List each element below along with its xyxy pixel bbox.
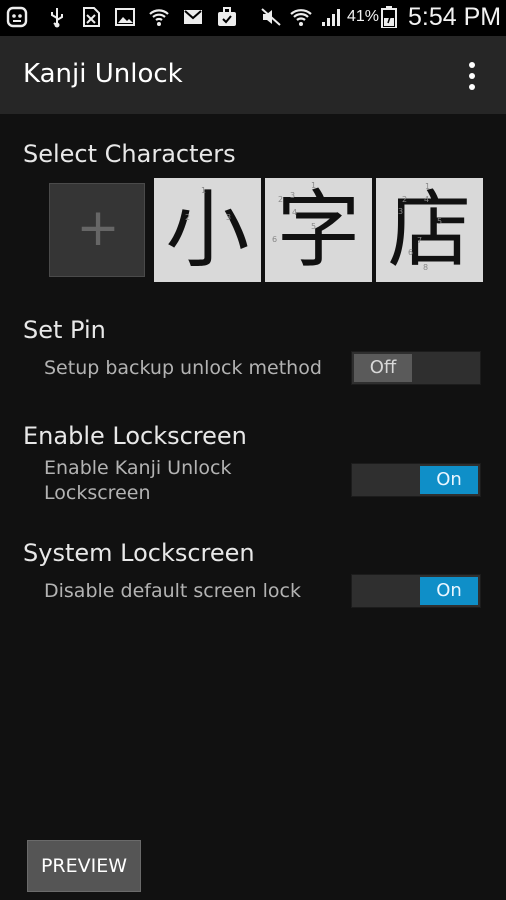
kanji-tile-3[interactable]: 店 1 2 3 4 5 6 7 8 <box>376 178 483 282</box>
image-icon <box>115 8 135 26</box>
system-lockscreen-toggle[interactable]: On <box>351 574 481 608</box>
enable-lockscreen-title: Enable Lockscreen <box>23 422 247 450</box>
app-bar: Kanji Unlock <box>0 36 506 114</box>
enable-lockscreen-subtitle-line1: Enable Kanji Unlock <box>44 457 232 479</box>
stroke-number: 5 <box>311 222 317 231</box>
enable-lockscreen-subtitle-line2: Lockscreen <box>44 482 151 504</box>
wifi-icon <box>290 9 312 26</box>
app-title: Kanji Unlock <box>23 59 183 89</box>
status-bar: 41% 5:54 PM <box>0 0 506 36</box>
kanji-glyph: 小 <box>165 181 250 279</box>
set-pin-title: Set Pin <box>23 316 106 344</box>
stroke-number: 2 <box>278 195 284 204</box>
mute-icon <box>261 8 281 26</box>
battery-percent: 41% <box>347 8 380 25</box>
plus-icon: + <box>76 198 120 258</box>
stroke-number: 1 <box>311 181 317 190</box>
toggle-state-label: On <box>420 577 478 605</box>
stroke-number: 6 <box>408 248 414 257</box>
kanji-tile-2[interactable]: 字 1 2 3 4 5 6 <box>265 178 372 282</box>
kanji-tile-1[interactable]: 小 1 2 3 <box>154 178 261 282</box>
stroke-number: 1 <box>425 182 431 191</box>
stroke-number: 6 <box>272 235 278 244</box>
usb-icon <box>51 8 63 28</box>
add-character-button[interactable]: + <box>49 183 145 277</box>
chat-icon <box>6 6 28 28</box>
stroke-number: 3 <box>226 213 232 222</box>
set-pin-toggle[interactable]: Off <box>351 351 481 385</box>
stroke-number: 8 <box>423 263 429 272</box>
enable-lockscreen-toggle[interactable]: On <box>351 463 481 497</box>
stroke-number: 2 <box>402 195 408 204</box>
overflow-menu-icon[interactable] <box>458 60 486 92</box>
gmail-icon <box>184 10 202 24</box>
battery-icon <box>381 6 397 28</box>
stroke-number: 3 <box>290 191 296 200</box>
stroke-number: 2 <box>185 213 191 222</box>
select-characters-title: Select Characters <box>23 140 236 168</box>
stroke-number: 4 <box>424 195 430 204</box>
system-lockscreen-title: System Lockscreen <box>23 539 255 567</box>
kanji-glyph: 店 <box>387 181 472 279</box>
preview-button[interactable]: PREVIEW <box>27 840 141 892</box>
stroke-number: 1 <box>201 186 207 195</box>
clock: 5:54 PM <box>408 3 502 31</box>
toggle-state-label: Off <box>354 354 412 382</box>
toggle-state-label: On <box>420 466 478 494</box>
system-lockscreen-subtitle: Disable default screen lock <box>44 580 301 602</box>
set-pin-subtitle: Setup backup unlock method <box>44 357 322 379</box>
no-sim-icon <box>83 7 100 27</box>
wifi-hotspot-icon <box>149 9 169 26</box>
briefcase-icon <box>218 7 236 26</box>
stroke-number: 4 <box>292 208 298 217</box>
stroke-number: 7 <box>417 236 423 245</box>
stroke-number: 5 <box>437 217 443 226</box>
stroke-number: 3 <box>398 207 404 216</box>
signal-icon <box>322 9 340 26</box>
